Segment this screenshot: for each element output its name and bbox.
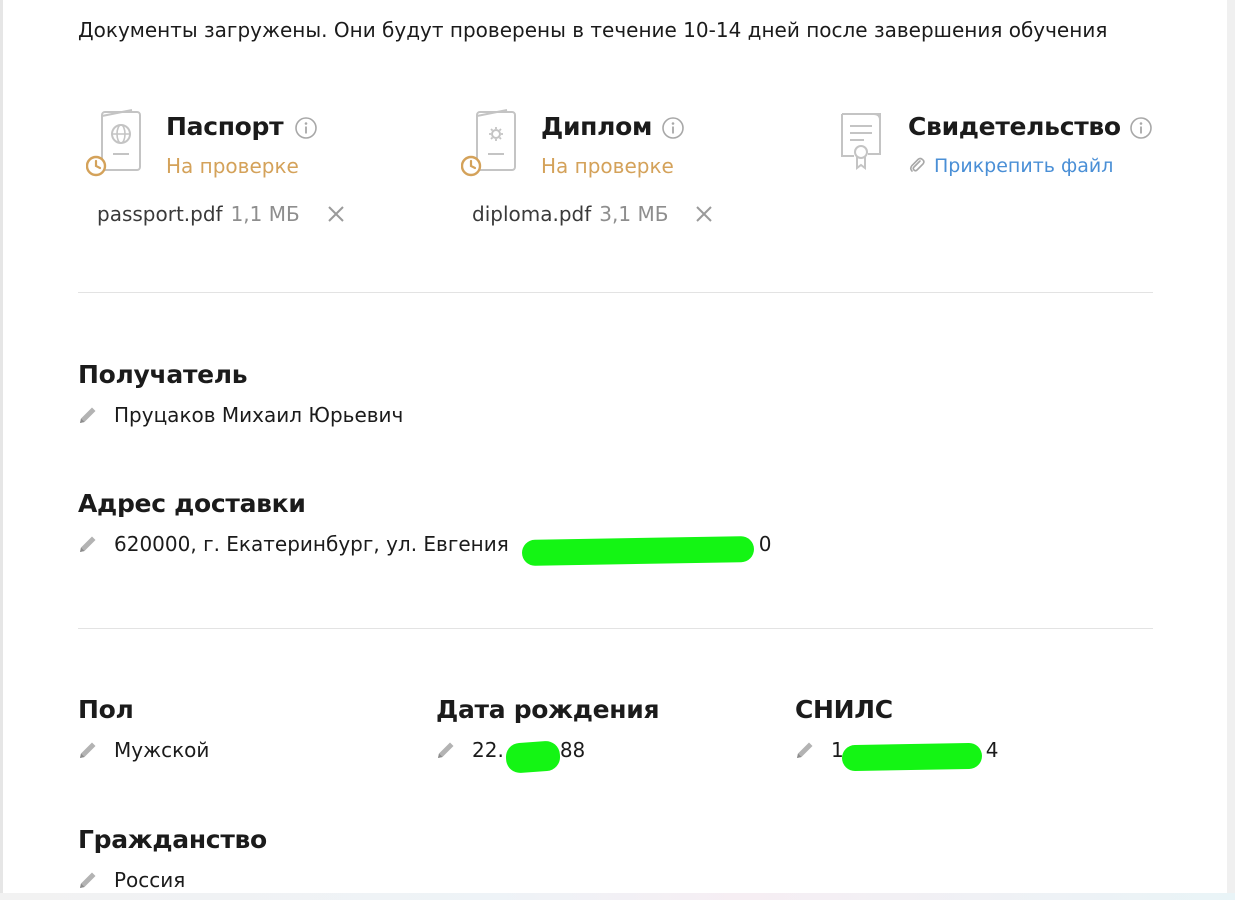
certificate-icon — [828, 108, 886, 180]
left-border — [0, 0, 3, 900]
section-divider — [78, 292, 1153, 293]
passport-remove-file-icon[interactable] — [328, 203, 344, 222]
attach-file-link[interactable]: Прикрепить файл — [908, 155, 1113, 177]
diploma-info-icon[interactable] — [662, 117, 684, 139]
birthdate-redaction-mark — [505, 740, 561, 774]
upload-notice: Документы загружены. Они будут проверены… — [78, 18, 1108, 42]
snils-label: СНИЛС — [795, 695, 893, 724]
diploma-icon — [460, 108, 519, 180]
edit-address-pencil-icon[interactable] — [78, 534, 98, 554]
diploma-remove-file-icon[interactable] — [696, 203, 713, 222]
snils-redaction-mark — [841, 742, 983, 772]
citizenship-field: Гражданство Россия — [78, 825, 267, 892]
edit-snils-pencil-icon[interactable] — [795, 740, 815, 760]
certificate-info-icon[interactable] — [1130, 117, 1152, 139]
gender-value: Мужской — [114, 738, 210, 762]
attach-file-label[interactable]: Прикрепить файл — [934, 155, 1113, 177]
edit-birthdate-pencil-icon[interactable] — [436, 740, 456, 760]
certificate-document-card: Свидетельство Прикрепить файл — [820, 108, 1160, 238]
citizenship-value: Россия — [114, 868, 186, 892]
address-redaction-mark — [521, 535, 755, 567]
bottom-decoration — [0, 893, 1235, 900]
diploma-document-card: Диплом На проверке diploma.pdf 3,1 МБ — [453, 108, 793, 238]
edit-gender-pencil-icon[interactable] — [78, 740, 98, 760]
passport-file-name[interactable]: passport.pdf — [97, 202, 223, 226]
address-value: 620000, г. Екатеринбург, ул. Евгения — [114, 532, 509, 556]
gender-label: Пол — [78, 695, 134, 724]
recipient-label: Получатель — [78, 360, 248, 389]
passport-info-icon[interactable] — [295, 117, 317, 139]
diploma-file-name[interactable]: diploma.pdf — [472, 202, 591, 226]
passport-title: Паспорт — [166, 112, 284, 141]
diploma-file: diploma.pdf 3,1 МБ — [472, 202, 713, 226]
page-scrollbar[interactable] — [1227, 0, 1235, 900]
recipient-field: Получатель Пруцаков Михаил Юрьевич — [78, 360, 403, 427]
passport-file-size: 1,1 МБ — [230, 202, 300, 226]
passport-icon — [85, 108, 144, 180]
address-value-tail: 0 — [758, 532, 772, 556]
recipient-value: Пруцаков Михаил Юрьевич — [114, 403, 404, 427]
address-label: Адрес доставки — [78, 489, 306, 518]
edit-citizenship-pencil-icon[interactable] — [78, 870, 98, 890]
snils-value-tail: 4 — [985, 738, 999, 762]
birthdate-value-tail: 88 — [559, 738, 586, 762]
birthdate-value: 22. — [472, 738, 504, 762]
citizenship-label: Гражданство — [78, 825, 267, 854]
certificate-title: Свидетельство — [908, 112, 1121, 141]
passport-status: На проверке — [166, 154, 299, 178]
birthdate-label: Дата рождения — [436, 695, 660, 724]
paperclip-icon — [908, 156, 926, 174]
diploma-file-size: 3,1 МБ — [599, 202, 669, 226]
passport-file: passport.pdf 1,1 МБ — [97, 202, 344, 226]
diploma-status: На проверке — [541, 154, 674, 178]
section-divider — [78, 628, 1153, 629]
gender-field: Пол Мужской — [78, 695, 209, 762]
passport-document-card: Паспорт На проверке passport.pdf 1,1 МБ — [78, 108, 418, 238]
edit-recipient-pencil-icon[interactable] — [78, 405, 98, 425]
diploma-title: Диплом — [541, 112, 653, 141]
